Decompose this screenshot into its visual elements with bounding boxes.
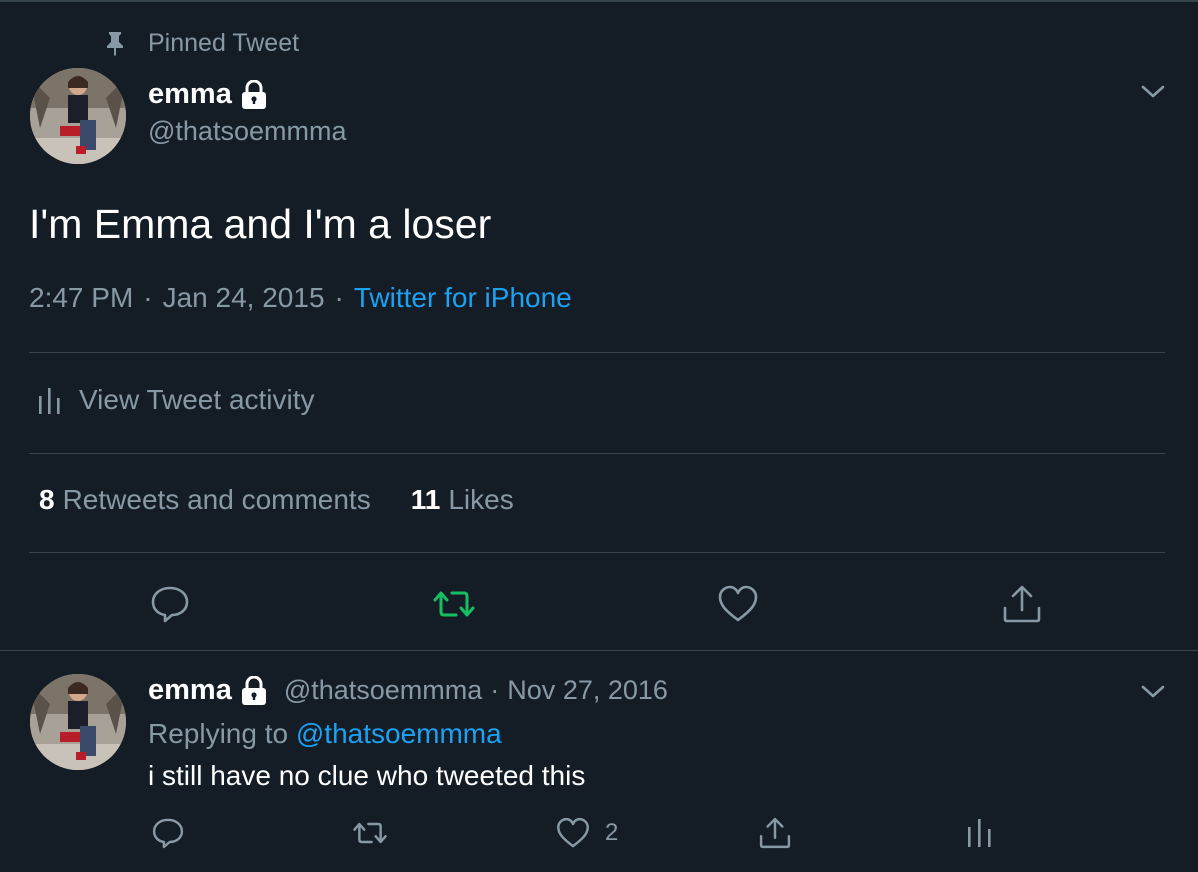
tweet-source-link[interactable]: Twitter for iPhone: [354, 282, 572, 314]
replying-to-handle-link[interactable]: @thatsoemmma: [296, 718, 502, 749]
pinned-tweet-header: Pinned Tweet: [104, 26, 299, 60]
avatar-image: [30, 674, 126, 770]
meta-separator: ·: [334, 282, 344, 313]
tweet-date[interactable]: Jan 24, 2015: [163, 282, 325, 314]
divider: [29, 352, 1165, 353]
tweet-time[interactable]: 2:47 PM: [29, 282, 133, 314]
reply-icon[interactable]: [148, 582, 192, 626]
like-icon: [557, 817, 589, 848]
reply-separator: ·: [490, 675, 500, 705]
lock-icon: [241, 675, 266, 705]
avatar-image: [30, 68, 126, 164]
activity-icon[interactable]: [962, 815, 998, 851]
likes-label: Likes: [448, 484, 514, 515]
reply-like-button[interactable]: 2: [555, 815, 618, 851]
retweets-count: 8: [39, 484, 55, 515]
reply-author-row: emma @thatsoemmma · Nov 27, 2016: [148, 674, 668, 707]
retweets-label: Retweets and comments: [62, 484, 371, 515]
view-tweet-activity-label: View Tweet activity: [79, 384, 315, 415]
like-icon[interactable]: [716, 582, 760, 626]
view-tweet-activity-button[interactable]: View Tweet activity: [37, 384, 315, 416]
author-name-row[interactable]: emma: [148, 78, 268, 111]
engagement-counts: 8 Retweets and comments 11 Likes: [39, 484, 554, 516]
reply-icon[interactable]: [150, 815, 186, 851]
chevron-down-icon[interactable]: [1140, 683, 1166, 701]
reply-like-count: 2: [605, 819, 619, 846]
pinned-tweet-label: Pinned Tweet: [148, 28, 300, 57]
tweet-meta: 2:47 PM · Jan 24, 2015 · Twitter for iPh…: [29, 282, 572, 314]
reply-avatar[interactable]: [30, 674, 126, 770]
share-icon[interactable]: [757, 815, 793, 851]
activity-icon: [39, 388, 60, 414]
reply-date[interactable]: Nov 27, 2016: [507, 675, 668, 706]
retweet-icon[interactable]: [432, 582, 476, 626]
replying-to-prefix: Replying to: [148, 718, 289, 749]
replying-to: Replying to @thatsoemmma: [148, 716, 502, 752]
top-border: [0, 0, 1198, 6]
reply-text: i still have no clue who tweeted this: [148, 760, 586, 791]
retweets-count-link[interactable]: 8 Retweets and comments: [39, 484, 371, 516]
avatar[interactable]: [30, 68, 126, 164]
retweet-icon[interactable]: [352, 815, 388, 851]
meta-separator: ·: [143, 282, 153, 313]
lock-icon: [241, 79, 266, 109]
section-separator: [0, 650, 1198, 651]
likes-count: 11: [410, 484, 441, 515]
likes-count-link[interactable]: 11 Likes: [411, 484, 514, 516]
author-handle[interactable]: @thatsoemmma: [148, 116, 346, 147]
pin-icon: [107, 32, 123, 56]
reply-author-handle[interactable]: @thatsoemmma: [284, 675, 482, 706]
chevron-down-icon[interactable]: [1140, 83, 1166, 101]
divider: [29, 453, 1165, 454]
share-icon[interactable]: [1000, 582, 1044, 626]
author-name[interactable]: emma: [148, 78, 232, 111]
reply-author-name[interactable]: emma: [148, 674, 232, 707]
tweet-text: I'm Emma and I'm a loser: [29, 201, 492, 247]
tweet-detail-view: Pinned Tweet emma @thatsoemmma I'm Emma …: [0, 0, 1198, 872]
divider: [29, 552, 1165, 553]
